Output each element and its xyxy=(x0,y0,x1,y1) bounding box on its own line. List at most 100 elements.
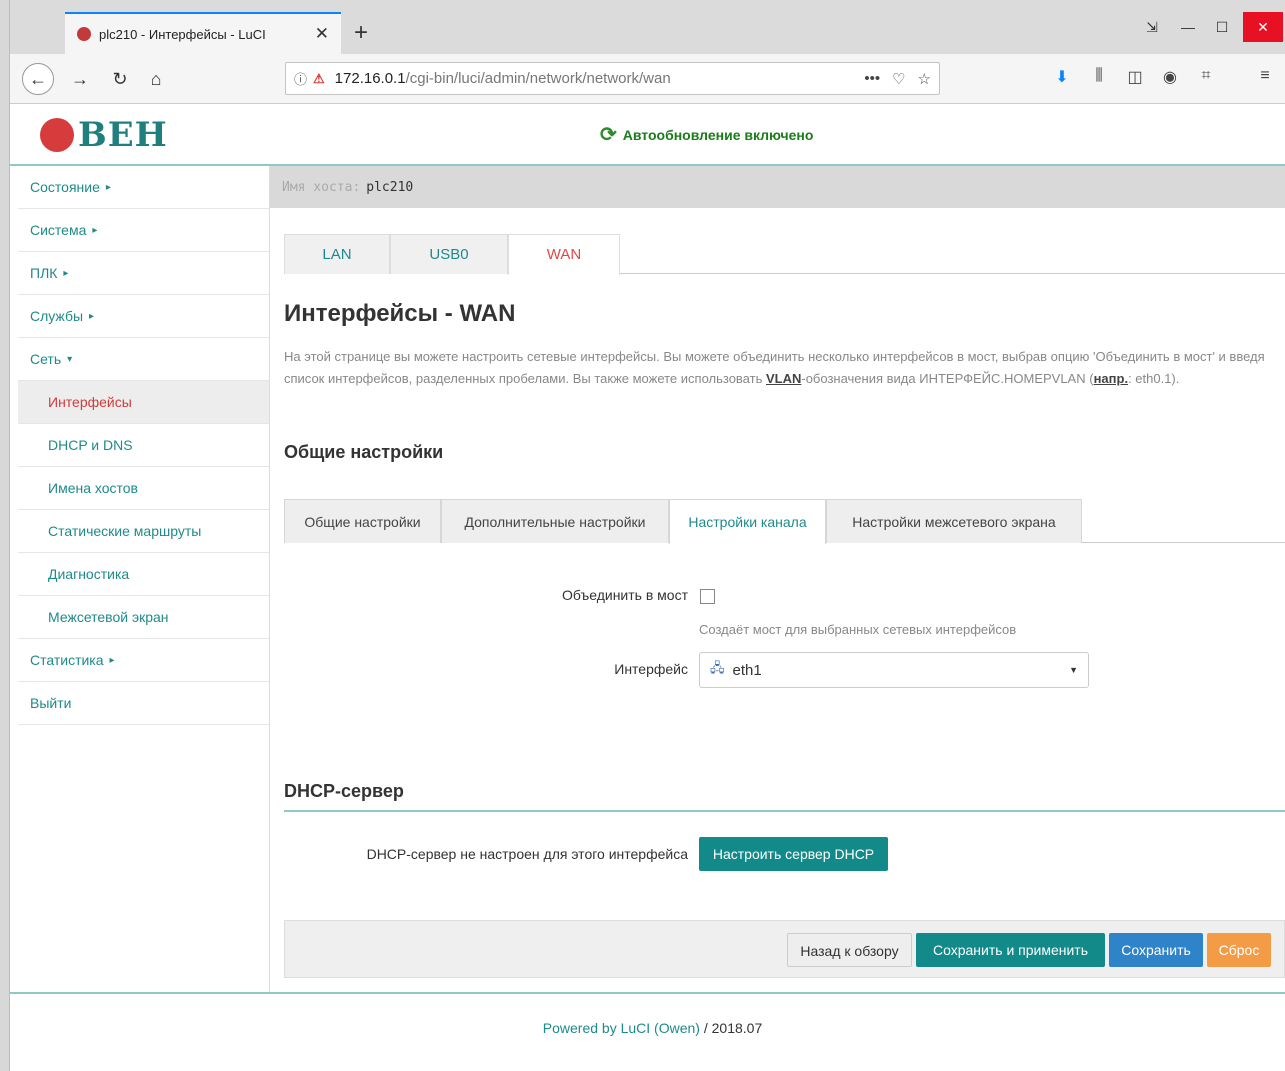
interface-label: Интерфейс xyxy=(614,661,688,677)
browser-tab[interactable]: plc210 - Интерфейсы - LuCI ✕ xyxy=(65,12,341,54)
browser-tabbar: plc210 - Интерфейсы - LuCI ✕ + ⇲ — ☐ ✕ xyxy=(10,0,1285,54)
browser-navbar: ← → ↻ ⌂ ⓘ ⚠ 172.16.0.1 /cgi-bin/luci/adm… xyxy=(10,54,1285,104)
browser-window: plc210 - Интерфейсы - LuCI ✕ + ⇲ — ☐ ✕ ←… xyxy=(10,0,1285,1071)
sidebar-menu: Состояние ▸ Система ▸ ПЛК ▸ Службы ▸ Сеть ▾ И… xyxy=(18,166,270,992)
sidebar-item-label: Службы xyxy=(30,308,84,324)
downloads-icon[interactable]: ⬇ xyxy=(1050,67,1074,87)
setup-dhcp-button[interactable]: Настроить сервер DHCP xyxy=(699,837,888,871)
tab-general-settings[interactable]: Общие настройки xyxy=(284,499,441,543)
sidebar-item-label: Межсетевой экран xyxy=(48,609,169,625)
sidebar-item-static-routes[interactable]: Статические маршруты xyxy=(18,510,269,553)
new-tab-button[interactable]: + xyxy=(346,16,376,50)
minimize-button[interactable]: — xyxy=(1171,12,1205,42)
sidebar-item-interfaces[interactable]: Интерфейсы xyxy=(18,381,269,424)
forward-button[interactable]: → xyxy=(64,64,96,94)
caret-right-icon: ▸ xyxy=(105,181,111,193)
page-actions-button[interactable]: ••• xyxy=(864,70,880,87)
interface-select[interactable]: 🖧 eth1 ▼ xyxy=(699,652,1089,688)
screenshot-icon[interactable]: ⌗ xyxy=(1194,67,1218,85)
save-apply-button[interactable]: Сохранить и применить xyxy=(916,933,1105,967)
bookmark-star-icon[interactable]: ☆ xyxy=(918,70,931,88)
caret-down-icon: ▾ xyxy=(67,353,73,365)
sidebar-item-logout[interactable]: Выйти xyxy=(18,682,269,725)
sidebar-item-label: Состояние xyxy=(30,179,100,195)
sidebar-item-services[interactable]: Службы ▸ xyxy=(18,295,269,338)
caret-right-icon: ▸ xyxy=(92,224,98,236)
sidebar-item-system[interactable]: Система ▸ xyxy=(18,209,269,252)
window-frame xyxy=(0,0,10,1071)
hostname-value: plc210 xyxy=(366,179,414,195)
sidebar-item-firewall[interactable]: Межсетевой экран xyxy=(18,596,269,639)
hostname-label: Имя хоста: xyxy=(282,179,361,195)
sidebar-item-label: Сеть xyxy=(30,351,62,367)
sidebar-toggle-icon[interactable]: ◫ xyxy=(1123,67,1147,87)
dhcp-status-text: DHCP-сервер не настроен для этого интерф… xyxy=(366,846,688,862)
sidebar-item-label: Статистика xyxy=(30,652,104,668)
sidebar-item-plc[interactable]: ПЛК ▸ xyxy=(18,252,269,295)
tab-title: plc210 - Интерфейсы - LuCI xyxy=(99,26,266,42)
section-dhcp-title: DHCP-сервер xyxy=(284,781,1285,812)
section-general-title: Общие настройки xyxy=(284,442,444,462)
interface-value: eth1 xyxy=(732,661,762,679)
sidebar-item-diagnostics[interactable]: Диагностика xyxy=(18,553,269,596)
tab-physical-settings[interactable]: Настройки канала xyxy=(669,499,826,544)
autorefresh-toggle[interactable]: ⟳ Автообновление включено xyxy=(600,122,813,147)
logo-circle-icon xyxy=(40,118,74,152)
refresh-icon: ⟳ xyxy=(600,124,617,146)
tab-firewall-settings[interactable]: Настройки межсетевого экрана xyxy=(826,499,1082,543)
sidebar-item-label: Имена хостов xyxy=(48,480,138,496)
menu-icon[interactable]: ≡ xyxy=(1253,67,1277,85)
window-close-button[interactable]: ✕ xyxy=(1243,12,1283,42)
sidebar-item-hostnames[interactable]: Имена хостов xyxy=(18,467,269,510)
sidebar-item-statistics[interactable]: Статистика ▸ xyxy=(18,639,269,682)
tab-wan[interactable]: WAN xyxy=(508,234,620,275)
maximize-button[interactable]: ☐ xyxy=(1205,12,1239,42)
luci-link[interactable]: Powered by LuCI (Owen) xyxy=(543,1020,700,1036)
tab-close-icon[interactable]: ✕ xyxy=(315,24,329,44)
reset-button[interactable]: Сброс xyxy=(1207,933,1271,967)
sidebar-item-label: DHCP и DNS xyxy=(48,437,133,453)
settings-tabs: Общие настройки Дополнительные настройки… xyxy=(284,499,1285,544)
favicon-icon xyxy=(77,27,91,41)
network-tabs: LAN USB0 WAN xyxy=(284,234,1285,275)
sidebar-item-label: Система xyxy=(30,222,87,238)
tab-lan[interactable]: LAN xyxy=(284,234,390,274)
back-to-overview-button[interactable]: Назад к обзору xyxy=(787,933,912,967)
pocket-icon[interactable]: ♡ xyxy=(892,70,905,88)
hostname-bar: Имя хоста: plc210 xyxy=(270,166,1285,208)
eg-abbr: напр. xyxy=(1093,371,1129,386)
sidebar-item-label: Интерфейсы xyxy=(48,394,132,410)
url-host: 172.16.0.1 xyxy=(334,70,406,87)
logo-text: ВЕН xyxy=(78,115,168,155)
reload-button[interactable]: ↻ xyxy=(104,64,136,94)
info-icon[interactable]: ⓘ xyxy=(294,69,307,88)
library-icon[interactable]: ⫼ xyxy=(1087,67,1111,85)
bridge-checkbox[interactable] xyxy=(700,589,715,604)
main-content: Имя хоста: plc210 LAN USB0 WAN Интерфейс… xyxy=(270,166,1285,992)
url-bar[interactable]: ⓘ ⚠ 172.16.0.1 /cgi-bin/luci/admin/netwo… xyxy=(285,62,940,95)
oven-logo[interactable]: ВЕН xyxy=(40,115,195,155)
caret-right-icon: ▸ xyxy=(109,654,115,666)
luci-header: ВЕН ⟳ Автообновление включено xyxy=(10,104,1285,166)
sidebar-item-network[interactable]: Сеть ▾ xyxy=(18,338,269,381)
url-path: /cgi-bin/luci/admin/network/network/wan xyxy=(405,70,671,87)
caret-right-icon: ▸ xyxy=(63,267,69,279)
tab-usb0[interactable]: USB0 xyxy=(390,234,508,274)
desc-text-3: : eth0.1). xyxy=(1128,371,1180,386)
sidebar-item-dhcp-dns[interactable]: DHCP и DNS xyxy=(18,424,269,467)
back-button[interactable]: ← xyxy=(22,63,54,95)
pin-icon[interactable]: ⇲ xyxy=(1135,12,1169,42)
sidebar-item-status[interactable]: Состояние ▸ xyxy=(18,166,269,209)
sidebar-item-label: Выйти xyxy=(30,695,72,711)
page-description: На этой странице вы можете настроить сет… xyxy=(284,346,1274,390)
tab-advanced-settings[interactable]: Дополнительные настройки xyxy=(441,499,669,543)
home-button[interactable]: ⌂ xyxy=(140,64,172,94)
sidebar-item-label: Статические маршруты xyxy=(48,523,202,539)
page-footer: Powered by LuCI (Owen) / 2018.07 xyxy=(10,992,1285,1071)
insecure-lock-icon[interactable]: ⚠ xyxy=(313,71,325,87)
sidebar-item-label: Диагностика xyxy=(48,566,130,582)
footer-text: Powered by LuCI (Owen) / 2018.07 xyxy=(10,1020,1285,1036)
account-icon[interactable]: ◉ xyxy=(1158,67,1182,87)
save-button[interactable]: Сохранить xyxy=(1109,933,1203,967)
sidebar-item-label: ПЛК xyxy=(30,265,58,281)
